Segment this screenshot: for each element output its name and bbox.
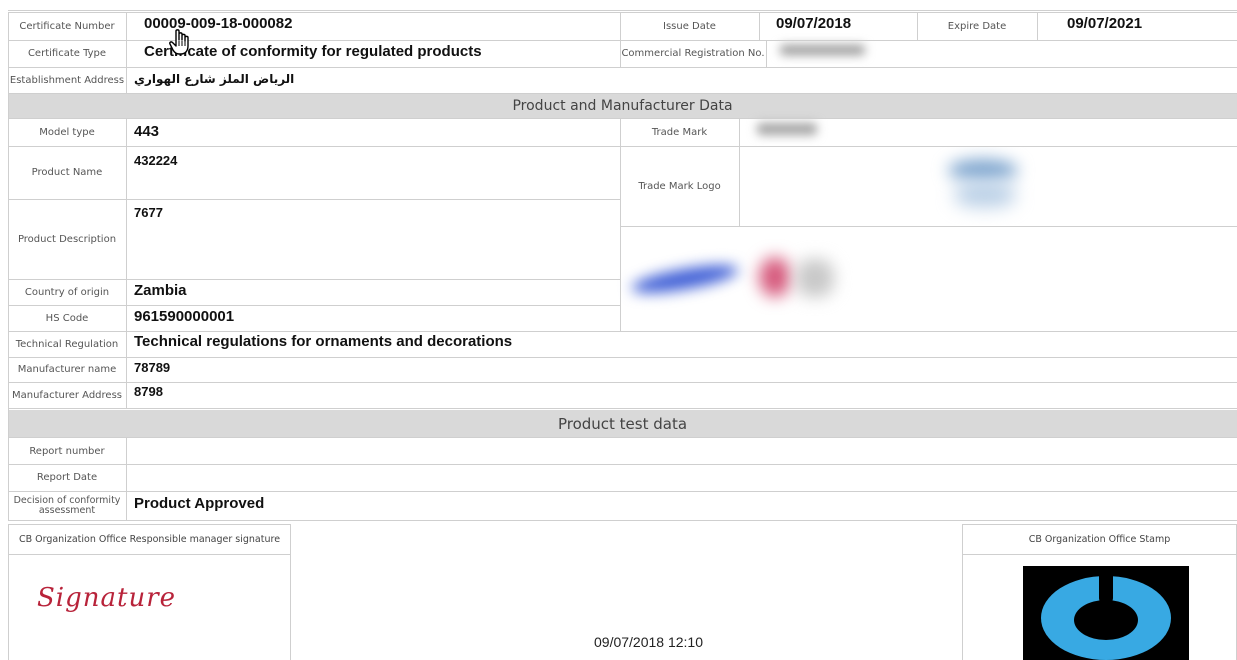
product-description-value: 7677 xyxy=(134,205,163,220)
grid-line xyxy=(8,67,1237,68)
grid-line xyxy=(8,118,1237,119)
model-type-value: 443 xyxy=(134,123,160,140)
stamp-box: CB Organization Office Stamp xyxy=(962,524,1237,660)
manufacturer-address-label: Manufacturer Address xyxy=(12,389,122,401)
product-name-label: Product Name xyxy=(31,167,103,178)
country-of-origin-label: Country of origin xyxy=(24,286,110,298)
manufacturer-name-label: Manufacturer name xyxy=(17,364,117,375)
decision-value: Product Approved xyxy=(134,495,265,512)
stamp-image xyxy=(1023,566,1189,660)
grid-line xyxy=(739,118,740,226)
test-section-header: Product test data xyxy=(8,410,1237,437)
timestamp: 09/07/2018 12:10 xyxy=(594,634,703,650)
trade-mark-redacted xyxy=(757,123,817,135)
commercial-registration-label: Commercial Registration No. xyxy=(621,48,765,59)
grid-line xyxy=(8,93,1237,94)
manufacturer-name-value: 78789 xyxy=(134,360,171,375)
establishment-address-label: Establishment Address xyxy=(9,74,125,86)
certificate-number-value: 00009-009-18-000082 xyxy=(144,15,293,32)
product-image xyxy=(621,227,1236,330)
country-of-origin-value: Zambia xyxy=(134,282,187,299)
hs-code-label: HS Code xyxy=(45,312,89,324)
expire-date-value: 09/07/2021 xyxy=(1067,15,1143,32)
grid-line xyxy=(766,40,767,67)
manufacturer-address-value: 8798 xyxy=(134,384,163,399)
trade-mark-label: Trade Mark xyxy=(651,126,708,138)
grid-line xyxy=(126,12,127,94)
trade-mark-logo-label: Trade Mark Logo xyxy=(638,180,721,192)
product-section-header: Product and Manufacturer Data xyxy=(8,94,1237,118)
grid-line xyxy=(8,408,1237,409)
grid-line xyxy=(8,305,620,306)
hs-code-value: 961590000001 xyxy=(134,308,235,325)
grid-line xyxy=(8,12,9,520)
product-name-value: 432224 xyxy=(134,153,178,168)
grid-line xyxy=(620,118,621,331)
grid-line xyxy=(8,146,1237,147)
stamp-box-title: CB Organization Office Stamp xyxy=(963,525,1236,555)
technical-regulation-label: Technical Regulation xyxy=(15,338,119,350)
hand-cursor-icon xyxy=(168,28,194,56)
grid-line xyxy=(8,437,1237,438)
product-description-label: Product Description xyxy=(17,233,117,245)
grid-line xyxy=(8,199,620,200)
establishment-address-value: الرياض الملز شارع الهواري xyxy=(134,72,295,86)
grid-line xyxy=(8,464,1237,465)
stamp-icon xyxy=(1041,570,1171,660)
grid-line xyxy=(126,437,127,520)
grid-line xyxy=(917,12,918,40)
grid-line xyxy=(620,12,621,67)
grid-line xyxy=(8,331,1237,332)
model-type-label: Model type xyxy=(39,126,95,138)
grid-line xyxy=(8,491,1237,492)
top-border xyxy=(8,10,1237,11)
technical-regulation-value: Technical regulations for ornaments and … xyxy=(134,333,513,350)
signature-box-title: CB Organization Office Responsible manag… xyxy=(9,525,290,555)
issue-date-value: 09/07/2018 xyxy=(776,15,852,32)
grid-line xyxy=(126,118,127,408)
grid-line xyxy=(8,12,1237,13)
grid-line xyxy=(8,357,1237,358)
certificate-number-label: Certificate Number xyxy=(19,20,115,32)
grid-line xyxy=(620,226,1237,227)
decision-label: Decision of conformity assessment xyxy=(13,494,121,516)
report-date-label: Report Date xyxy=(36,472,98,483)
grid-line xyxy=(8,279,620,280)
signature-image: Signature xyxy=(37,583,177,613)
grid-line xyxy=(8,382,1237,383)
certificate-type-label: Certificate Type xyxy=(27,48,107,59)
trade-mark-logo-image xyxy=(930,147,1068,225)
report-number-label: Report number xyxy=(29,445,105,457)
certificate-type-value: Certificate of conformity for regulated … xyxy=(144,43,482,60)
signature-box: CB Organization Office Responsible manag… xyxy=(8,524,291,660)
commercial-registration-redacted xyxy=(780,45,865,55)
grid-line xyxy=(1037,12,1038,40)
issue-date-label: Issue Date xyxy=(663,20,716,32)
grid-line xyxy=(759,12,760,40)
grid-line xyxy=(8,520,1237,521)
expire-date-label: Expire Date xyxy=(947,20,1007,32)
